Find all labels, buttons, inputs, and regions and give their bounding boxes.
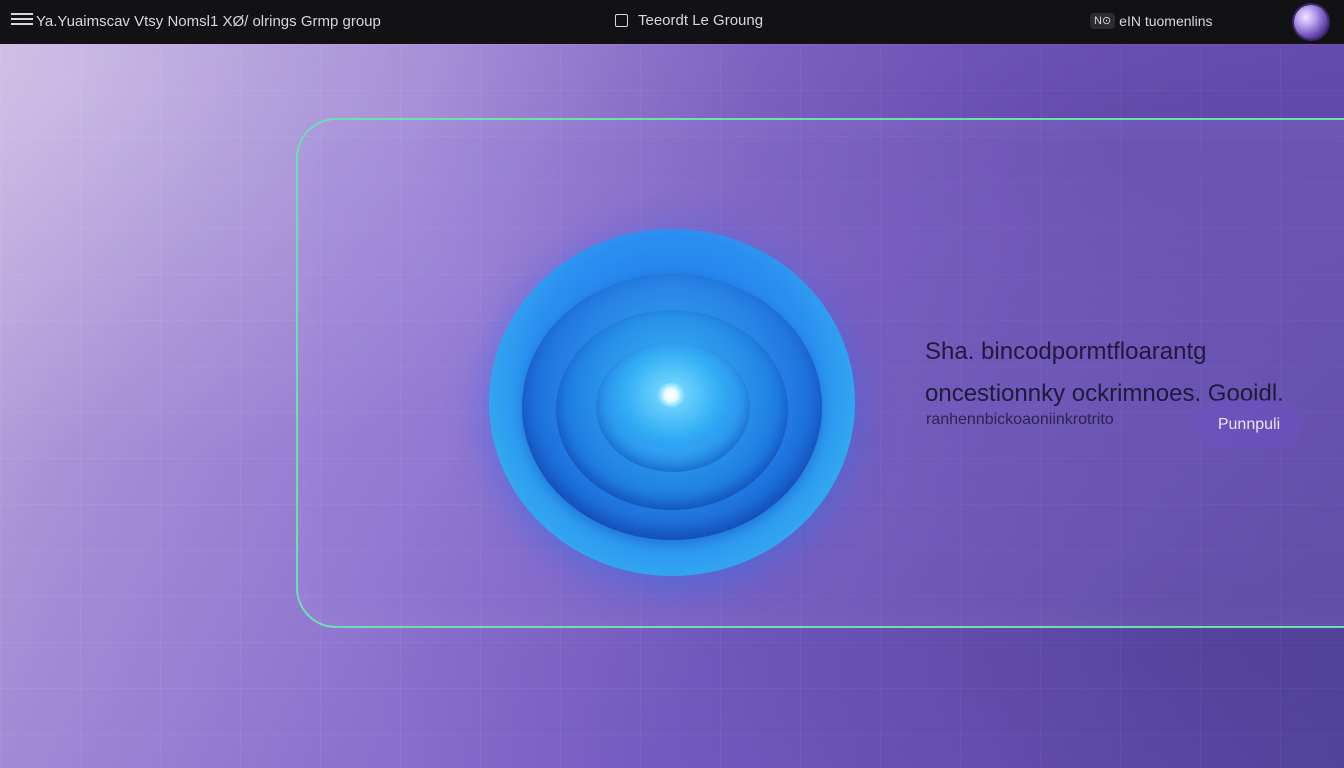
- status-group[interactable]: N⊙ eIN tuomenlins: [1090, 13, 1213, 29]
- orb-spark: [658, 383, 684, 407]
- top-bar: Ya.Yuaimscav Vtsy Nomsl1 XØ/ olrings Grm…: [0, 0, 1344, 44]
- primary-button[interactable]: Punnpuli: [1196, 400, 1302, 450]
- app-title: Ya.Yuaimscav Vtsy Nomsl1 XØ/ olrings Grm…: [36, 13, 381, 30]
- status-badge: N⊙: [1090, 13, 1116, 29]
- headline-line-1: Sha. bincodpormtfloarantg: [925, 338, 1207, 365]
- status-text: eIN tuomenlins: [1119, 13, 1213, 29]
- menu-icon[interactable]: [11, 13, 33, 27]
- window-title: Teeordt Le Groung: [638, 12, 764, 29]
- window-icon: [615, 14, 628, 27]
- hero-subtext: ranhennbickoaoniinkrotrito: [926, 411, 1114, 428]
- window-title-group[interactable]: Teeordt Le Groung: [615, 12, 763, 29]
- avatar-icon[interactable]: [1294, 5, 1328, 39]
